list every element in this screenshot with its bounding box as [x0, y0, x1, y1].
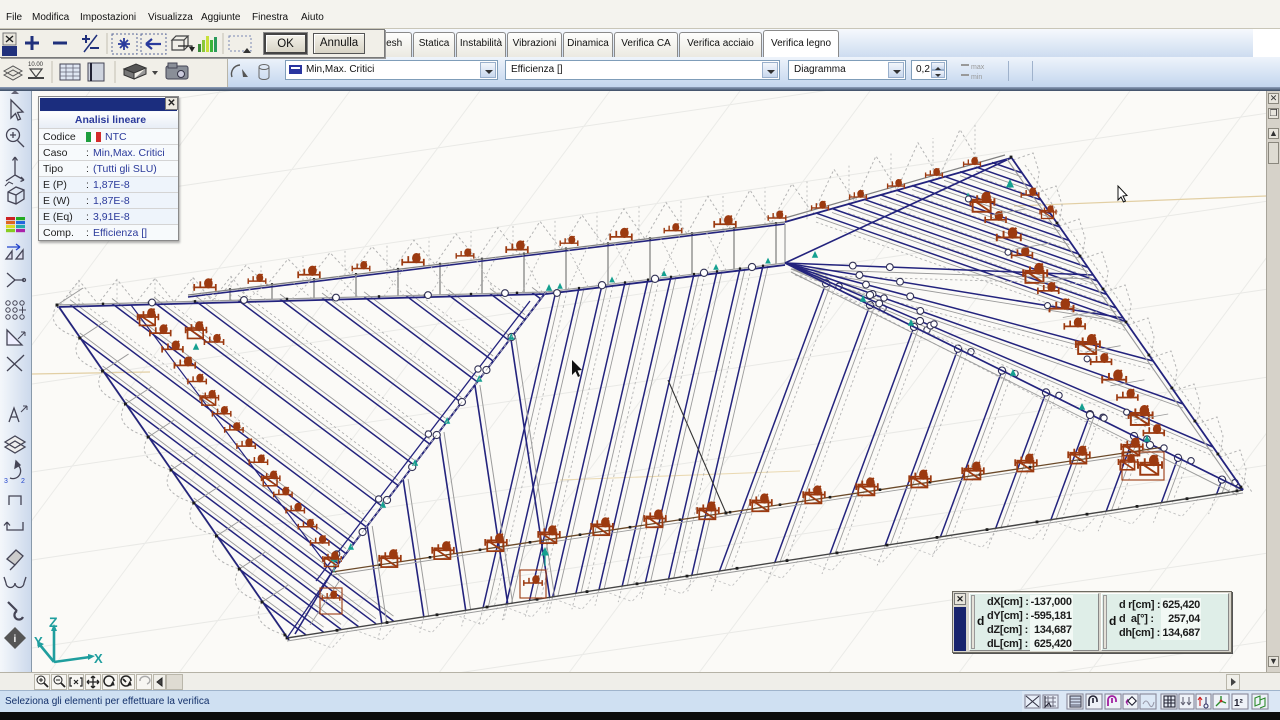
- svg-text:X: X: [94, 651, 103, 666]
- svg-text:Y: Y: [34, 634, 43, 649]
- svg-text:2: 2: [21, 478, 25, 485]
- svg-text:3: 3: [4, 478, 8, 485]
- svg-text:i: i: [14, 634, 17, 645]
- svg-text:Z: Z: [49, 614, 58, 630]
- svg-text:10.00: 10.00: [28, 62, 44, 68]
- svg-text:1²: 1²: [1234, 698, 1244, 709]
